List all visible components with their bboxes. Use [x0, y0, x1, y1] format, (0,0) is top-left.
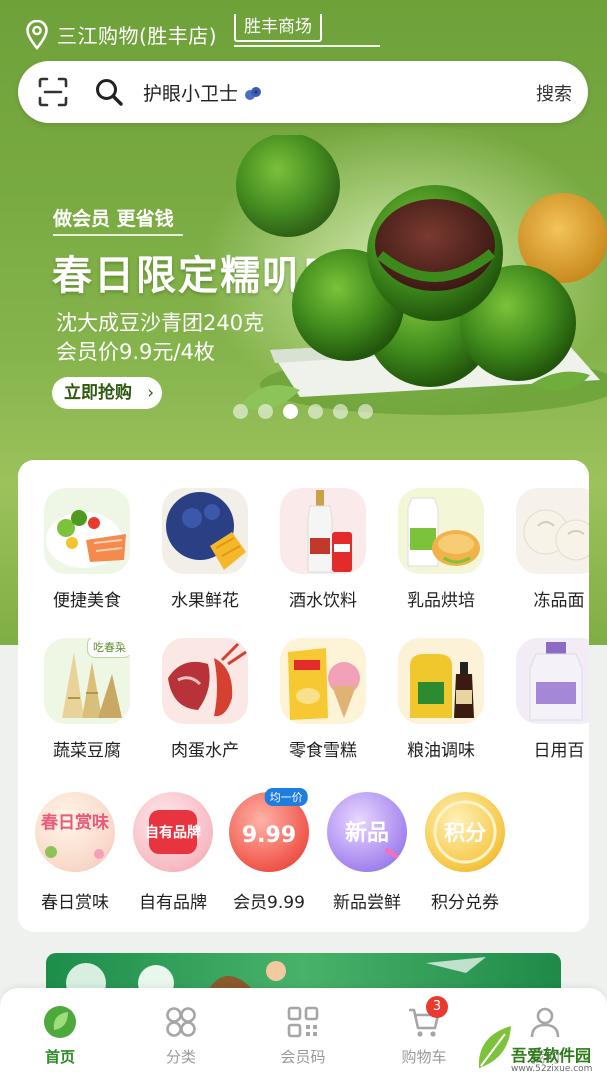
carousel-dot[interactable]: [333, 404, 348, 419]
salad-salmon-icon: [44, 488, 130, 574]
category-label: 积分兑券: [431, 893, 499, 913]
category-label: 新品尝鲜: [333, 893, 401, 913]
category-icon: [163, 1004, 199, 1040]
category-label: 春日赏味: [41, 893, 109, 913]
category-label: 肉蛋水产: [171, 741, 239, 761]
store-name[interactable]: 三江购物(胜丰店): [57, 20, 217, 49]
member-999-art-text: 9.99: [242, 823, 296, 848]
bottom-tab-bar: 首页 分类 会员码 3 购物车 我的 吾爱软件园 www.52zixue.com: [0, 988, 607, 1080]
blueberry-mango-icon: [162, 488, 248, 574]
tab-label: 首页: [44, 1048, 75, 1066]
detergent-icon: [516, 638, 589, 724]
location-bar: 三江购物(胜丰店) 胜丰商场: [0, 0, 607, 60]
cart-count-badge: 3: [426, 996, 448, 1018]
carousel-indicator[interactable]: [233, 404, 383, 420]
new-product-icon: 新品: [327, 792, 407, 872]
search-input[interactable]: 护眼小卫士: [143, 79, 262, 106]
location-pin-icon[interactable]: [26, 20, 48, 50]
category-label: 冻品面: [533, 591, 585, 611]
carousel-dot-active[interactable]: [283, 404, 298, 419]
category-card: 便捷美食 水果鲜花 酒水饮料 乳品烘培 冻品面 吃春菜 蔬菜豆腐 肉蛋水产 零食…: [18, 460, 589, 932]
category-label: 酒水饮料: [289, 591, 357, 611]
tab-label: 会员码: [280, 1048, 326, 1066]
category-fruit-flowers[interactable]: 水果鲜花: [150, 488, 260, 611]
dumpling-icon: [516, 488, 589, 574]
category-points-coupon[interactable]: 积分 积分兑券: [410, 792, 520, 913]
search-button[interactable]: 搜索: [536, 80, 572, 106]
category-convenience-food[interactable]: 便捷美食: [32, 488, 142, 611]
banner-tag: 做会员 更省钱: [53, 208, 174, 230]
search-bar[interactable]: 护眼小卫士 搜索: [18, 61, 588, 123]
own-brand-icon: 自有品牌: [133, 792, 213, 872]
category-vegetables-tofu[interactable]: 吃春菜 蔬菜豆腐: [32, 638, 142, 761]
category-label: 日用百: [533, 741, 585, 761]
chevron-right-icon: ›: [147, 383, 154, 403]
category-label: 乳品烘培: [407, 591, 475, 611]
category-label: 蔬菜豆腐: [53, 741, 121, 761]
category-label: 自有品牌: [139, 893, 207, 913]
watermark-text: 吾爱软件园: [511, 1046, 592, 1065]
category-label: 便捷美食: [53, 591, 121, 611]
mall-tag[interactable]: 胜丰商场: [234, 14, 322, 42]
carousel-dot[interactable]: [233, 404, 248, 419]
category-label: 零食雪糕: [289, 741, 357, 761]
cart-icon: 3: [406, 996, 448, 1040]
bamboo-shoot-icon: 吃春菜: [44, 638, 130, 724]
home-icon: [42, 1004, 78, 1040]
banner-tag-divider: [53, 234, 183, 236]
tab-label: 分类: [165, 1048, 196, 1066]
promo-banner[interactable]: [46, 953, 561, 1003]
points-coupon-icon: 积分: [425, 792, 505, 872]
category-member-999[interactable]: 9.99 均一价 会员9.99: [214, 788, 324, 913]
liquor-cola-icon: [280, 488, 366, 574]
category-dairy-bakery[interactable]: 乳品烘培: [386, 488, 496, 611]
mall-tag-underline: [234, 45, 380, 47]
promo-art: [66, 957, 486, 1003]
spring-taste-art-text: 春日赏味: [41, 812, 109, 833]
category-label: 会员9.99: [233, 893, 305, 913]
scan-icon[interactable]: [38, 77, 68, 107]
buy-now-label: 立即抢购: [64, 383, 132, 403]
category-label: 水果鲜花: [171, 591, 239, 611]
site-watermark: 吾爱软件园 www.52zixue.com: [475, 1000, 603, 1078]
seasonal-badge: 吃春菜: [87, 638, 130, 658]
category-label: 粮油调味: [407, 741, 475, 761]
carousel-dot[interactable]: [308, 404, 323, 419]
oil-sauce-icon: [398, 638, 484, 724]
search-icon: [96, 79, 123, 106]
category-spring-taste[interactable]: 春日赏味 春日赏味: [20, 792, 130, 913]
points-art-text: 积分: [444, 821, 486, 845]
search-query: 护眼小卫士: [143, 83, 239, 105]
own-brand-art-text: 自有品牌: [145, 824, 201, 841]
tab-home[interactable]: 首页: [15, 1004, 105, 1067]
category-drinks[interactable]: 酒水饮料: [268, 488, 378, 611]
category-meat-seafood[interactable]: 肉蛋水产: [150, 638, 260, 761]
tab-member-code[interactable]: 会员码: [258, 1004, 348, 1067]
member-999-icon: 9.99 均一价: [229, 788, 309, 872]
spring-taste-icon: 春日赏味: [35, 792, 115, 872]
watermark-url: www.52zixue.com: [511, 1064, 593, 1074]
chips-icecream-icon: [280, 638, 366, 724]
category-own-brand[interactable]: 自有品牌 自有品牌: [118, 792, 228, 913]
leaf-logo-icon: [478, 1026, 511, 1068]
qingtuan-product-image: [236, 135, 607, 415]
blueberry-emoji-icon: [245, 87, 262, 100]
member-code-icon: [285, 1004, 321, 1040]
carousel-dot[interactable]: [258, 404, 273, 419]
new-product-art-text: 新品: [345, 820, 389, 846]
tab-label: 购物车: [401, 1048, 447, 1066]
category-new-products[interactable]: 新品 新品尝鲜: [312, 792, 422, 913]
category-frozen-food[interactable]: 冻品面: [504, 488, 589, 611]
milk-bread-icon: [398, 488, 484, 574]
tab-cart[interactable]: 3 购物车: [379, 996, 469, 1067]
banner-subtitle-price: 会员价9.9元/4枚: [56, 340, 215, 364]
tab-category[interactable]: 分类: [136, 1004, 226, 1067]
uniform-price-pill: 均一价: [264, 788, 308, 806]
category-snacks-icecream[interactable]: 零食雪糕: [268, 638, 378, 761]
meat-lobster-icon: [162, 638, 248, 724]
carousel-dot[interactable]: [358, 404, 373, 419]
category-daily-goods[interactable]: 日用百: [504, 638, 589, 761]
buy-now-button[interactable]: 立即抢购 ›: [52, 377, 162, 409]
category-grain-oil[interactable]: 粮油调味: [386, 638, 496, 761]
